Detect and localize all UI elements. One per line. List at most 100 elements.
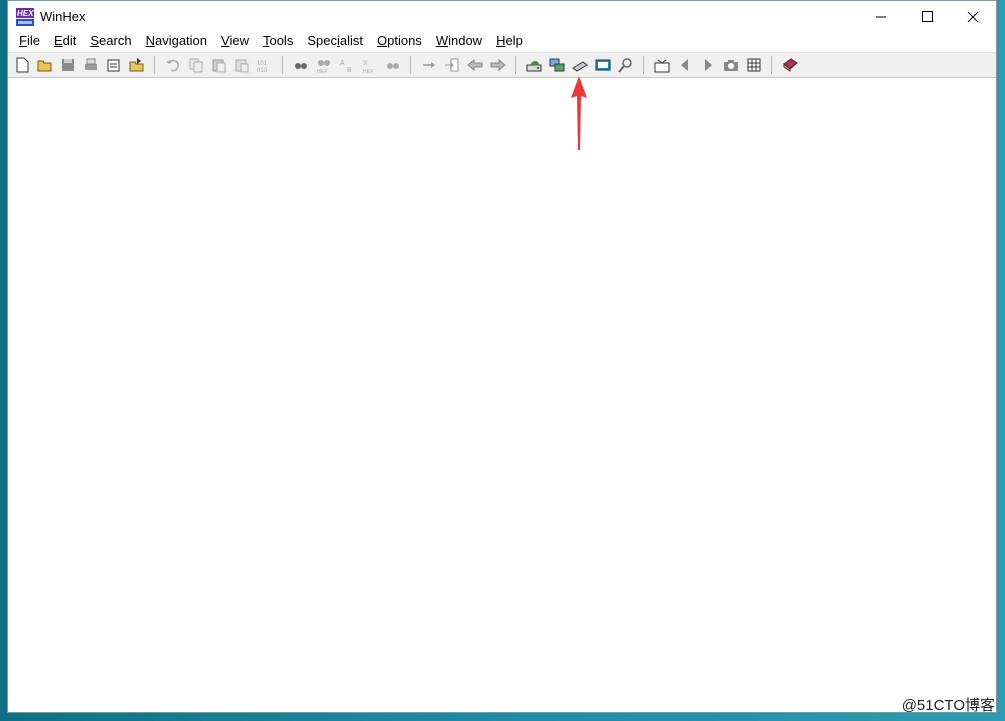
toolbar-separator xyxy=(410,56,411,74)
open-multiple-icon xyxy=(129,58,143,72)
back-icon xyxy=(466,58,482,72)
maximize-icon xyxy=(921,11,933,22)
replace-hex-icon: X HEX xyxy=(363,60,374,74)
menu-help[interactable]: Help xyxy=(489,32,530,49)
maximize-button[interactable] xyxy=(904,1,950,32)
find-text-button[interactable] xyxy=(289,54,312,76)
open-folder-icon xyxy=(37,60,51,72)
goto-offset-button[interactable] xyxy=(417,54,440,76)
toolbar-separator xyxy=(154,56,155,74)
menu-bar: File Edit Search Navigation View Tools Special… xyxy=(8,32,996,49)
replace-text-button[interactable]: AB xyxy=(335,54,358,76)
properties-icon xyxy=(107,59,119,72)
title-bar: HEX WinHex xyxy=(8,1,996,32)
copy-button[interactable] xyxy=(184,54,207,76)
find-again-button[interactable] xyxy=(381,54,404,76)
replace-text-icon: AB xyxy=(340,60,352,74)
open-folder-button[interactable] xyxy=(33,54,56,76)
save-button[interactable] xyxy=(56,54,79,76)
forward-button[interactable] xyxy=(486,54,509,76)
calculator-button[interactable] xyxy=(591,54,614,76)
analyze-icon xyxy=(617,58,632,73)
calculator-icon xyxy=(595,59,610,71)
table-icon xyxy=(747,58,760,72)
analyze-button[interactable] xyxy=(614,54,637,76)
print-button[interactable] xyxy=(79,54,102,76)
minimize-icon xyxy=(875,16,886,18)
find-text-icon xyxy=(294,63,307,69)
camera-icon xyxy=(723,60,738,71)
watermark: @51CTO博客 xyxy=(901,697,995,714)
svg-text:X: X xyxy=(363,60,368,67)
winhex-logo-icon: HEX xyxy=(16,7,34,26)
save-icon xyxy=(61,59,74,71)
menu-navigation[interactable]: Navigation xyxy=(139,32,214,49)
properties-button[interactable] xyxy=(102,54,125,76)
minimize-button[interactable] xyxy=(858,1,904,32)
back-button[interactable] xyxy=(463,54,486,76)
open-disk-icon xyxy=(526,61,541,72)
print-icon xyxy=(84,58,97,70)
window-title: WinHex xyxy=(40,9,86,24)
open-disk-button[interactable] xyxy=(522,54,545,76)
camera-button[interactable] xyxy=(719,54,742,76)
snapshot-icon xyxy=(654,59,669,73)
toolbar-separator xyxy=(515,56,516,74)
table-button[interactable] xyxy=(742,54,765,76)
svg-text:010: 010 xyxy=(257,68,268,74)
svg-text:HEX: HEX xyxy=(317,69,328,74)
svg-text:HEX: HEX xyxy=(17,9,34,18)
open-multiple-button[interactable] xyxy=(125,54,148,76)
menu-view[interactable]: View xyxy=(214,32,256,49)
menu-file[interactable]: File xyxy=(12,32,47,49)
annotation-arrow xyxy=(571,76,587,150)
snapshot-button[interactable] xyxy=(650,54,673,76)
svg-text:B: B xyxy=(347,67,352,74)
binary-edit-button[interactable]: 101 010 xyxy=(253,54,276,76)
ram-editor-button[interactable] xyxy=(568,54,591,76)
menu-specialist[interactable]: Specialist xyxy=(300,32,370,49)
paste-special-icon xyxy=(235,59,248,73)
copy-icon xyxy=(189,58,202,73)
find-hex-button[interactable]: HEX xyxy=(312,54,335,76)
new-file-button[interactable] xyxy=(10,54,33,76)
toolbar-separator xyxy=(282,56,283,74)
svg-text:A: A xyxy=(340,60,345,67)
goto-sector-button[interactable] xyxy=(440,54,463,76)
close-icon xyxy=(967,11,979,22)
paste-button[interactable] xyxy=(207,54,230,76)
ram-editor-icon xyxy=(571,61,588,72)
menu-options[interactable]: Options xyxy=(370,32,429,49)
binary-edit-icon: 101010 xyxy=(257,61,268,74)
goto-sector-icon xyxy=(444,58,458,72)
clone-disk-button[interactable] xyxy=(545,54,568,76)
menu-window[interactable]: Window xyxy=(429,32,489,49)
help-book-icon xyxy=(782,58,798,72)
toolbar-separator xyxy=(771,56,772,74)
clone-disk-icon xyxy=(549,58,564,72)
forward-icon xyxy=(490,58,506,72)
toolbar-separator xyxy=(643,56,644,74)
next-icon xyxy=(704,59,712,71)
paste-special-button[interactable] xyxy=(230,54,253,76)
menu-search[interactable]: Search xyxy=(83,32,138,49)
close-button[interactable] xyxy=(950,1,996,32)
svg-text:101: 101 xyxy=(257,61,268,67)
new-file-icon xyxy=(16,57,28,73)
previous-button[interactable] xyxy=(673,54,696,76)
workspace-area[interactable] xyxy=(8,78,996,712)
find-again-icon xyxy=(386,63,399,69)
help-book-button[interactable] xyxy=(778,54,801,76)
winhex-window: HEX WinHex File Edit Search Navigation View T… xyxy=(7,0,997,713)
svg-text:HEX: HEX xyxy=(363,69,374,74)
next-button[interactable] xyxy=(696,54,719,76)
undo-icon xyxy=(165,59,179,72)
goto-offset-icon xyxy=(422,62,435,68)
replace-hex-button[interactable]: X HEX xyxy=(358,54,381,76)
menu-edit[interactable]: Edit xyxy=(47,32,83,49)
paste-icon xyxy=(212,59,225,73)
menu-tools[interactable]: Tools xyxy=(256,32,300,49)
find-hex-icon: HEX xyxy=(317,60,330,74)
undo-button[interactable] xyxy=(161,54,184,76)
toolbar: 101 010 HEX A B X HEX xyxy=(8,52,996,78)
